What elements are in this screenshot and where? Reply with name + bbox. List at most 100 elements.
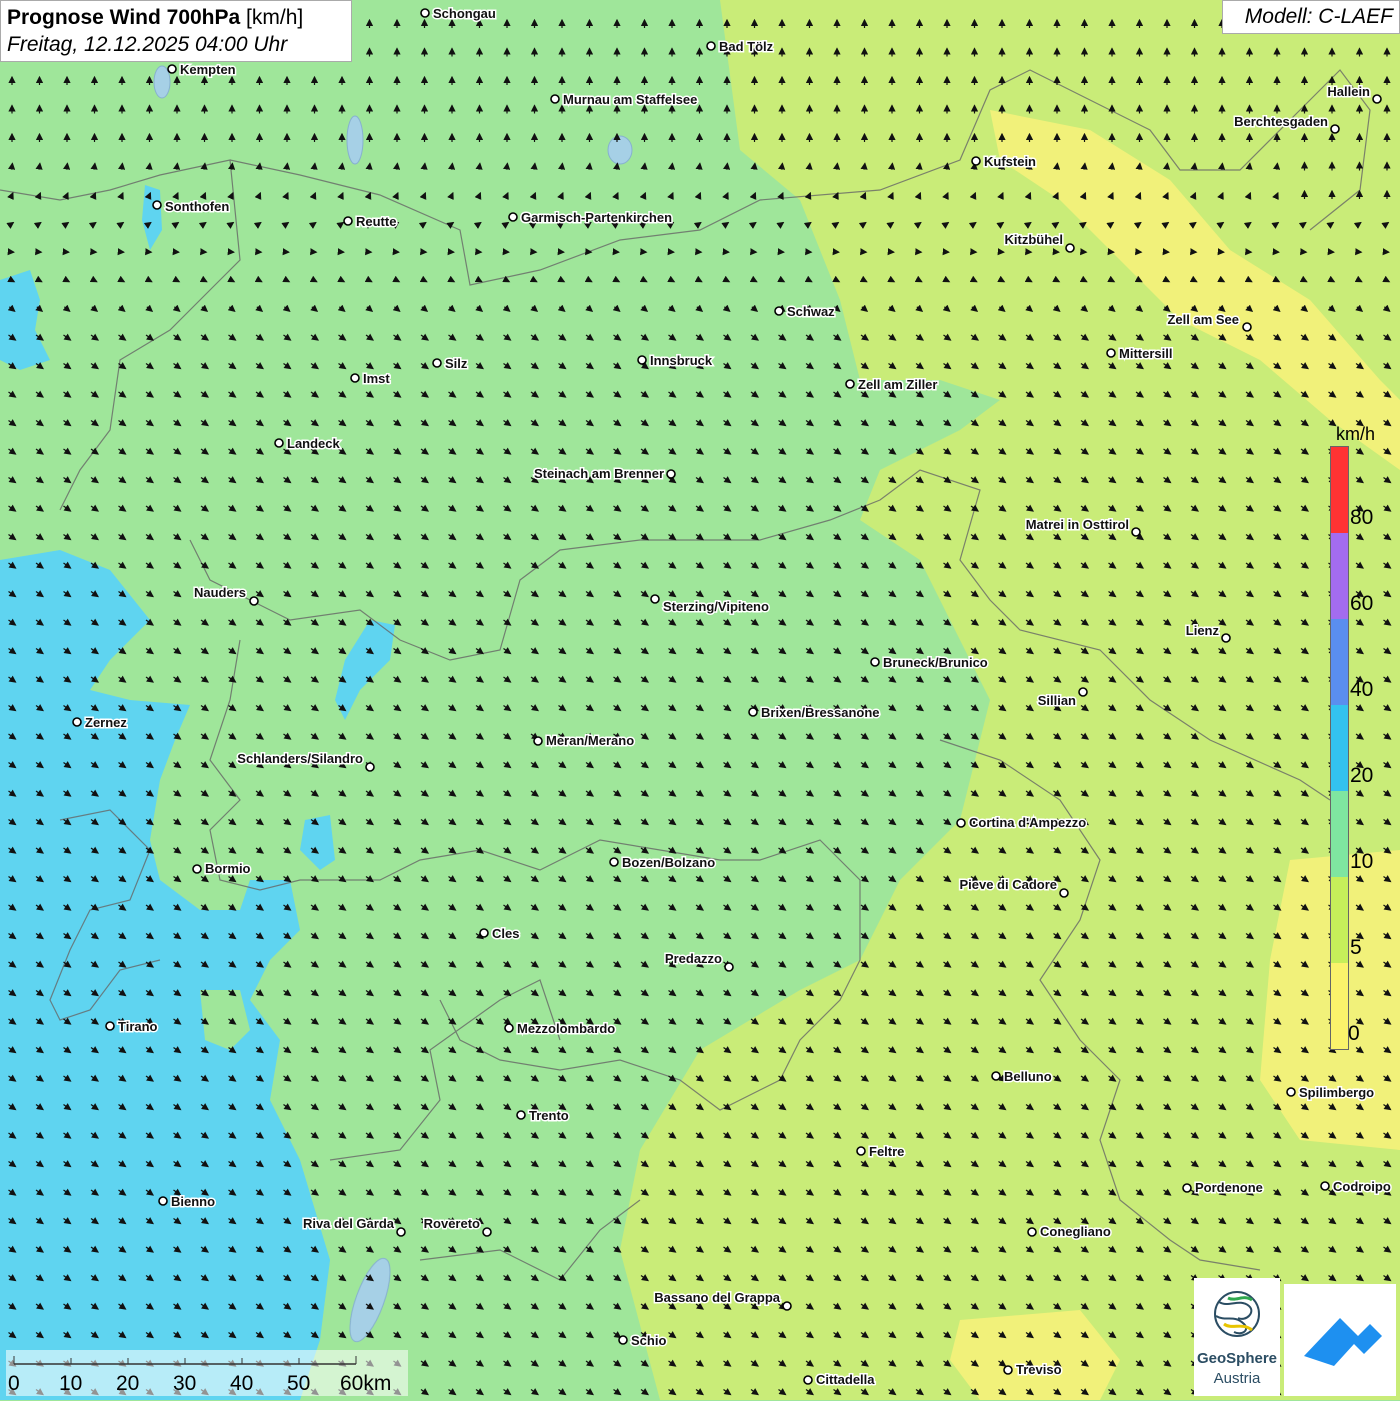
city-label: Zell am See bbox=[1167, 312, 1239, 327]
city-label: Predazzo bbox=[665, 951, 722, 966]
wind-arrow bbox=[1112, 163, 1113, 169]
wind-arrow bbox=[562, 163, 563, 169]
city-label: Landeck bbox=[287, 436, 341, 451]
city-schongau[interactable]: Schongau bbox=[421, 6, 496, 21]
title-bold: Prognose Wind 700hPa bbox=[7, 6, 240, 29]
wind-arrow bbox=[727, 163, 728, 169]
city-dot-icon bbox=[1183, 1184, 1191, 1192]
title-unit: [km/h] bbox=[246, 6, 303, 29]
geosphere-swirl-icon bbox=[1194, 1278, 1280, 1348]
city-cortina-d-ampezzo[interactable]: Cortina d'Ampezzo bbox=[957, 815, 1086, 830]
city-label: Feltre bbox=[869, 1144, 904, 1159]
city-dot-icon bbox=[1066, 244, 1074, 252]
wind-arrow bbox=[617, 163, 618, 169]
city-dot-icon bbox=[433, 359, 441, 367]
city-dot-icon bbox=[857, 1147, 865, 1155]
wind-arrow bbox=[699, 163, 700, 169]
city-label: Pieve di Cadore bbox=[959, 877, 1057, 892]
wind-arrow bbox=[452, 163, 453, 169]
city-dot-icon bbox=[667, 470, 675, 478]
wind-arrow bbox=[12, 163, 13, 169]
wind-arrow bbox=[94, 163, 95, 169]
legend-colorbar bbox=[1330, 446, 1349, 1050]
wind-arrow bbox=[947, 163, 948, 169]
city-garmisch-partenkirchen[interactable]: Garmisch-Partenkirchen bbox=[509, 210, 672, 225]
city-label: Garmisch-Partenkirchen bbox=[521, 210, 672, 225]
city-mezzolombardo[interactable]: Mezzolombardo bbox=[505, 1021, 615, 1036]
city-label: Spilimbergo bbox=[1299, 1085, 1374, 1100]
legend-label-60: 60 bbox=[1350, 592, 1373, 616]
scale-label-0: 0 bbox=[8, 1372, 20, 1396]
city-innsbruck[interactable]: Innsbruck bbox=[638, 353, 713, 368]
legend-segment-60 bbox=[1331, 533, 1348, 619]
city-pordenone[interactable]: Pordenone bbox=[1183, 1180, 1263, 1195]
city-dot-icon bbox=[106, 1022, 114, 1030]
city-label: Schongau bbox=[433, 6, 496, 21]
logo-name-line1: GeoSphere bbox=[1194, 1350, 1280, 1367]
legend-label-40: 40 bbox=[1350, 678, 1373, 702]
city-dot-icon bbox=[1287, 1088, 1295, 1096]
city-dot-icon bbox=[638, 356, 646, 364]
wind-arrow bbox=[809, 163, 810, 169]
city-dot-icon bbox=[619, 1336, 627, 1344]
city-label: Cittadella bbox=[816, 1372, 875, 1387]
city-label: Bormio bbox=[205, 861, 251, 876]
city-dot-icon bbox=[1107, 349, 1115, 357]
city-brixen-bressanone[interactable]: Brixen/Bressanone bbox=[749, 705, 880, 720]
wind-arrow bbox=[892, 163, 893, 169]
city-dot-icon bbox=[159, 1197, 167, 1205]
wind-arrow bbox=[1277, 163, 1278, 169]
app-logo[interactable] bbox=[1284, 1284, 1396, 1396]
scale-label-20: 20 bbox=[116, 1372, 139, 1396]
city-label: Schwaz bbox=[787, 304, 835, 319]
city-dot-icon bbox=[846, 380, 854, 388]
city-dot-icon bbox=[1331, 125, 1339, 133]
city-sonthofen[interactable]: Sonthofen bbox=[153, 199, 229, 214]
city-dot-icon bbox=[775, 307, 783, 315]
city-conegliano[interactable]: Conegliano bbox=[1028, 1224, 1111, 1239]
city-dot-icon bbox=[366, 763, 374, 771]
city-label: Sillian bbox=[1038, 693, 1076, 708]
city-label: Bruneck/Brunico bbox=[883, 655, 988, 670]
city-dot-icon bbox=[344, 217, 352, 225]
wind-arrow bbox=[369, 163, 370, 169]
wind-arrow bbox=[259, 163, 260, 169]
legend-segment-10 bbox=[1331, 791, 1348, 877]
lake bbox=[608, 136, 632, 164]
city-label: Nauders bbox=[194, 585, 246, 600]
city-label: Cortina d'Ampezzo bbox=[969, 815, 1086, 830]
city-label: Innsbruck bbox=[650, 353, 713, 368]
city-label: Mezzolombardo bbox=[517, 1021, 615, 1036]
title-box: Prognose Wind 700hPa [km/h] Freitag, 12.… bbox=[0, 0, 352, 62]
city-dot-icon bbox=[421, 9, 429, 17]
city-dot-icon bbox=[871, 658, 879, 666]
city-bozen-bolzano[interactable]: Bozen/Bolzano bbox=[610, 855, 715, 870]
wind-map[interactable]: SchongauBad TölzKemptenMurnau am Staffel… bbox=[0, 0, 1400, 1400]
city-dot-icon bbox=[1028, 1228, 1036, 1236]
city-dot-icon bbox=[168, 65, 176, 73]
model-label: Modell: C-LAEF bbox=[1222, 0, 1400, 34]
geosphere-logo[interactable]: GeoSphere Austria bbox=[1194, 1278, 1280, 1396]
city-dot-icon bbox=[1079, 688, 1087, 696]
city-steinach-am-brenner[interactable]: Steinach am Brenner bbox=[534, 466, 675, 481]
legend-label-20: 20 bbox=[1350, 764, 1373, 788]
city-dot-icon bbox=[509, 213, 517, 221]
wind-arrow bbox=[39, 163, 40, 169]
city-label: Imst bbox=[363, 371, 390, 386]
city-meran-merano[interactable]: Meran/Merano bbox=[534, 733, 634, 748]
city-dot-icon bbox=[749, 708, 757, 716]
city-bruneck-brunico[interactable]: Bruneck/Brunico bbox=[871, 655, 988, 670]
city-spilimbergo[interactable]: Spilimbergo bbox=[1287, 1085, 1374, 1100]
city-dot-icon bbox=[153, 201, 161, 209]
city-zell-am-ziller[interactable]: Zell am Ziller bbox=[846, 377, 937, 392]
city-murnau-am-staffelsee[interactable]: Murnau am Staffelsee bbox=[551, 92, 697, 107]
legend-segment-5 bbox=[1331, 877, 1348, 963]
wind-arrow bbox=[672, 163, 673, 169]
city-label: Rovereto bbox=[424, 1216, 480, 1231]
city-dot-icon bbox=[651, 595, 659, 603]
city-dot-icon bbox=[610, 858, 618, 866]
legend-label-80: 80 bbox=[1350, 506, 1373, 530]
city-dot-icon bbox=[1060, 889, 1068, 897]
city-label: Codroipo bbox=[1333, 1179, 1391, 1194]
wind-arrow bbox=[424, 163, 425, 169]
